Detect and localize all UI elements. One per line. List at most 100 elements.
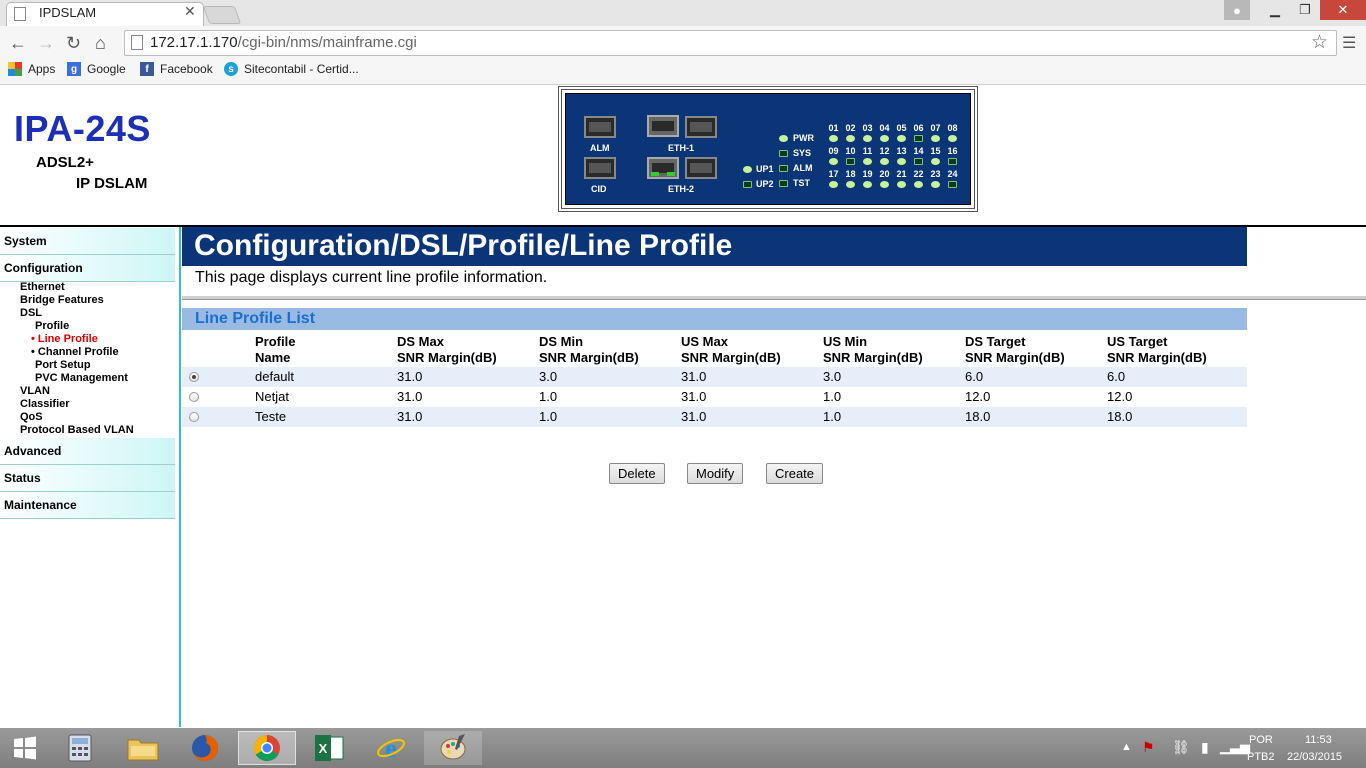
device-subtitle-dslam: IP DSLAM — [76, 175, 148, 192]
nav-item-classifier[interactable]: Classifier — [20, 398, 70, 410]
home-icon[interactable]: ⌂ — [95, 33, 106, 54]
network-share-icon[interactable]: ⛓ — [1172, 739, 1190, 756]
windows-start-icon[interactable] — [2, 731, 48, 765]
table-row[interactable] — [182, 407, 1247, 427]
line-port-number: 05 — [896, 123, 907, 133]
line-port-led-icon — [863, 158, 872, 165]
line-port-led-icon — [931, 158, 940, 165]
table-row[interactable] — [182, 367, 1247, 387]
line-port-led-icon — [880, 158, 889, 165]
table-row[interactable] — [182, 387, 1247, 407]
port-label-alm: ALM — [590, 143, 610, 153]
profile-name-cell: Teste — [255, 409, 287, 424]
nav-item-bridge-features[interactable]: Bridge Features — [20, 294, 104, 306]
paint-icon[interactable] — [424, 731, 482, 765]
nav-section-maintenance[interactable]: Maintenance — [0, 492, 175, 519]
keyboard-layout[interactable]: PTB2 — [1247, 751, 1275, 763]
browser-menu-icon[interactable]: ☰ — [1342, 33, 1356, 53]
tab-title: IPDSLAM — [39, 5, 97, 20]
browser-tab[interactable] — [6, 2, 204, 27]
forward-arrow-icon[interactable]: → — [37, 33, 55, 54]
google-icon: g — [67, 62, 81, 76]
firefox-icon[interactable] — [182, 731, 228, 765]
nav-item-dsl[interactable]: DSL — [20, 307, 42, 319]
status-led-icon — [779, 179, 788, 187]
excel-icon[interactable]: X — [306, 731, 352, 765]
signal-strength-icon[interactable]: ▁▃▅ — [1220, 739, 1250, 755]
eth1-rj45-icon — [647, 115, 679, 137]
column-header-line: SNR Margin(dB) — [823, 350, 923, 365]
nav-item-channel-profile[interactable]: • Channel Profile — [31, 346, 119, 358]
eth2-rj45-icon — [647, 157, 679, 179]
line-port-led-icon — [863, 181, 872, 188]
calculator-icon[interactable] — [57, 731, 103, 765]
nav-item-pvc-management[interactable]: PVC Management — [35, 372, 128, 384]
line-port-led-icon — [880, 135, 889, 142]
chrome-icon[interactable] — [238, 731, 296, 765]
nav-section-status[interactable]: Status — [0, 465, 175, 492]
line-port-led-icon — [948, 135, 957, 142]
battery-icon[interactable]: ▮ — [1201, 739, 1209, 756]
svg-text:e: e — [385, 734, 397, 763]
back-arrow-icon[interactable]: ← — [9, 33, 27, 54]
user-profile-icon[interactable]: ● — [1224, 0, 1250, 20]
nav-item-port-setup[interactable]: Port Setup — [35, 359, 91, 371]
line-port-number: 03 — [862, 123, 873, 133]
bookmark-star-icon[interactable]: ☆ — [1311, 31, 1328, 54]
minimize-button[interactable]: ▁ — [1260, 0, 1290, 20]
line-port-number: 06 — [913, 123, 924, 133]
status-led-row: TST — [779, 178, 810, 188]
column-header: DS Target SNR Margin(dB) — [965, 334, 1065, 366]
profile-select-radio[interactable] — [189, 392, 199, 402]
action-center-flag-icon[interactable]: ⚑ — [1142, 739, 1155, 756]
show-hidden-icons-icon[interactable]: ▲ — [1121, 741, 1132, 753]
snr-value-cell: 18.0 — [1107, 409, 1133, 424]
nav-section-label: Status — [4, 471, 41, 485]
close-window-button[interactable]: ✕ — [1320, 0, 1366, 20]
nav-section-advanced[interactable]: Advanced — [0, 438, 175, 465]
create-button[interactable]: Create — [766, 463, 824, 484]
tab-close-icon[interactable]: ✕ — [184, 3, 196, 20]
profile-select-radio[interactable] — [189, 372, 199, 382]
new-tab-button[interactable] — [202, 6, 242, 24]
nav-section-configuration[interactable]: Configuration — [0, 255, 175, 282]
nav-item-line-profile[interactable]: • Line Profile — [31, 333, 98, 345]
clock-time[interactable]: 11:53 — [1305, 734, 1332, 746]
column-header-line: US Min — [823, 334, 868, 349]
port-label-cid: CID — [591, 184, 607, 194]
nav-item-ethernet[interactable]: Ethernet — [20, 281, 65, 293]
nav-item-profile[interactable]: Profile — [35, 320, 69, 332]
line-port-number: 10 — [845, 146, 856, 156]
uplink-led-icon — [743, 165, 752, 173]
clock-date[interactable]: 22/03/2015 — [1287, 751, 1342, 763]
line-port-led-icon — [897, 181, 906, 188]
nav-item-vlan[interactable]: VLAN — [20, 385, 50, 397]
bookmark-label: Facebook — [160, 62, 213, 76]
cid-port-icon — [584, 157, 616, 179]
url-text[interactable]: 172.17.1.170/cgi-bin/nms/mainframe.cgi — [150, 34, 417, 51]
bookmark-apps[interactable]: Apps — [8, 62, 55, 76]
file-explorer-icon[interactable] — [120, 731, 166, 765]
nav-item-protocol-based-vlan[interactable]: Protocol Based VLAN — [20, 424, 134, 436]
line-port-number: 01 — [828, 123, 839, 133]
language-code[interactable]: POR — [1249, 734, 1273, 746]
page-info-icon[interactable] — [131, 35, 143, 50]
status-label: SYS — [793, 148, 812, 158]
nav-section-system[interactable]: System — [0, 228, 175, 255]
reload-icon[interactable]: ↻ — [66, 33, 81, 54]
snr-value-cell: 31.0 — [681, 409, 707, 424]
bookmark-facebook[interactable]: f Facebook — [140, 62, 213, 76]
nav-item-qos[interactable]: QoS — [20, 411, 43, 423]
restore-button[interactable]: ❐ — [1290, 0, 1320, 20]
status-led-row: PWR — [779, 133, 814, 143]
delete-button[interactable]: Delete — [609, 463, 665, 484]
snr-value-cell: 1.0 — [823, 409, 842, 424]
profile-select-radio[interactable] — [189, 412, 199, 422]
bookmark-google[interactable]: g Google — [67, 62, 126, 76]
line-port-number: 07 — [930, 123, 941, 133]
modify-button[interactable]: Modify — [687, 463, 744, 484]
internet-explorer-icon[interactable]: e — [368, 731, 414, 765]
line-port-led-icon — [897, 158, 906, 165]
line-port-number: 18 — [845, 169, 856, 179]
bookmark-sitecontabil[interactable]: s Sitecontabil - Certid... — [224, 62, 359, 76]
